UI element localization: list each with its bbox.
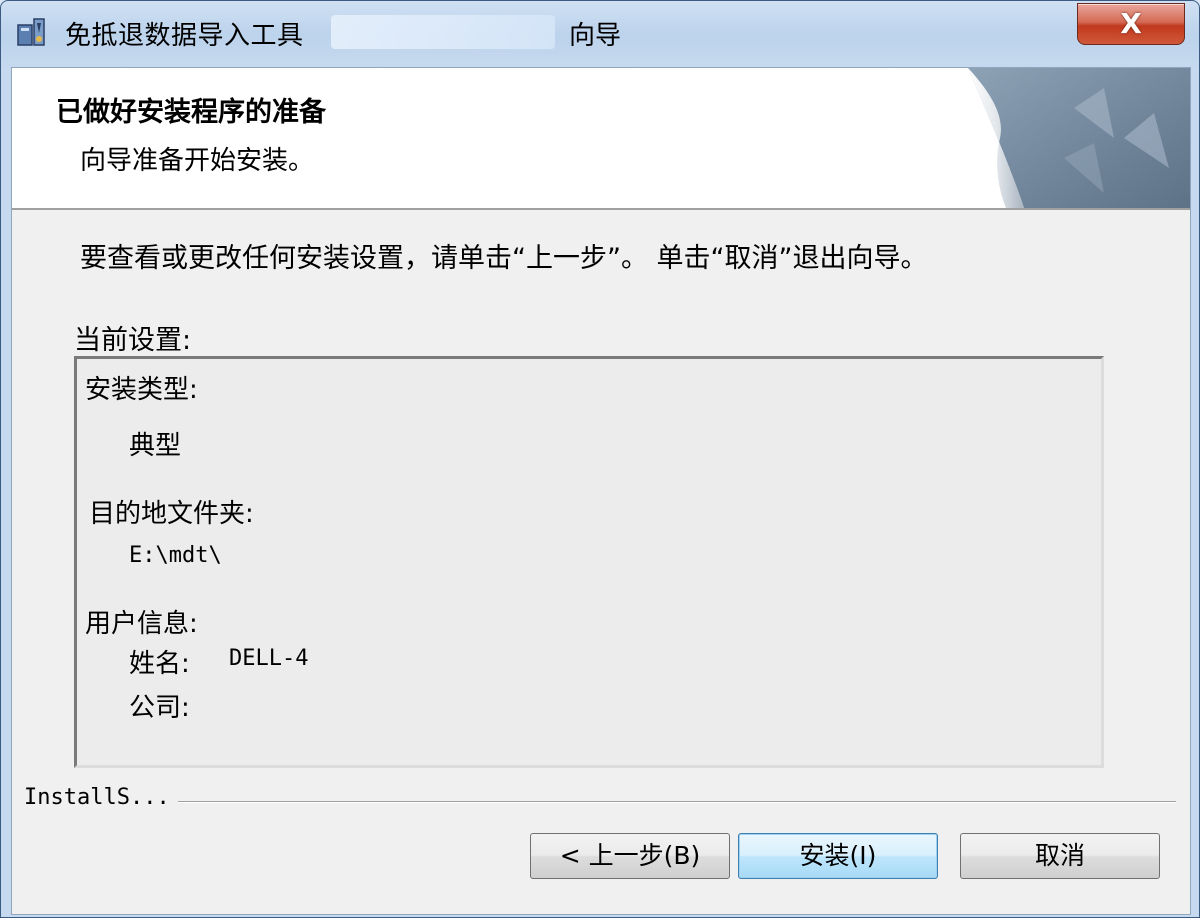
redacted-title-segment (331, 15, 555, 49)
wizard-instructions: 要查看或更改任何安装设置，请单击“上一步”。 单击“取消”退出向导。 (80, 243, 928, 274)
wizard-client-area: 已做好安装程序的准备 向导准备开始安装。 要查看或更改任何安装设置，请单击“上一… (11, 67, 1191, 915)
current-settings-box[interactable]: 安装类型: 典型 目的地文件夹: E:\mdt\ 用户信息: 姓名: DELL-… (74, 356, 1104, 768)
back-button[interactable]: < 上一步(B) (530, 833, 730, 879)
current-settings-label: 当前设置: (74, 325, 192, 356)
company-label: 公司: (129, 693, 190, 723)
title-bar[interactable]: 免抵退数据导入工具 向导 X (1, 1, 1199, 65)
close-icon: X (1120, 7, 1142, 40)
page-title: 已做好安装程序的准备 (56, 97, 326, 128)
close-button[interactable]: X (1077, 3, 1185, 45)
page-subtitle: 向导准备开始安装。 (80, 146, 315, 176)
setup-type-value: 典型 (129, 431, 182, 461)
page-curl-art (954, 68, 1190, 208)
footer-divider (178, 801, 1176, 803)
install-button[interactable]: 安装(I) (738, 833, 938, 879)
cancel-button[interactable]: 取消 (960, 833, 1160, 879)
destination-value: E:\mdt\ (129, 543, 222, 568)
window-title-suffix: 向导 (569, 21, 622, 51)
installer-icon (17, 18, 45, 46)
installer-window: 免抵退数据导入工具 向导 X 已做好安装程序的准备 向导准备开始安装。 要查看或… (0, 0, 1200, 918)
user-name-value: DELL-4 (229, 646, 309, 671)
installshield-brand: InstallS... (24, 785, 170, 810)
wizard-header: 已做好安装程序的准备 向导准备开始安装。 (12, 68, 1190, 210)
user-name-label: 姓名: (129, 649, 190, 679)
user-info-label: 用户信息: (85, 609, 198, 639)
setup-type-label: 安装类型: (85, 375, 198, 405)
window-title: 免抵退数据导入工具 (65, 21, 304, 51)
destination-label: 目的地文件夹: (89, 499, 254, 529)
